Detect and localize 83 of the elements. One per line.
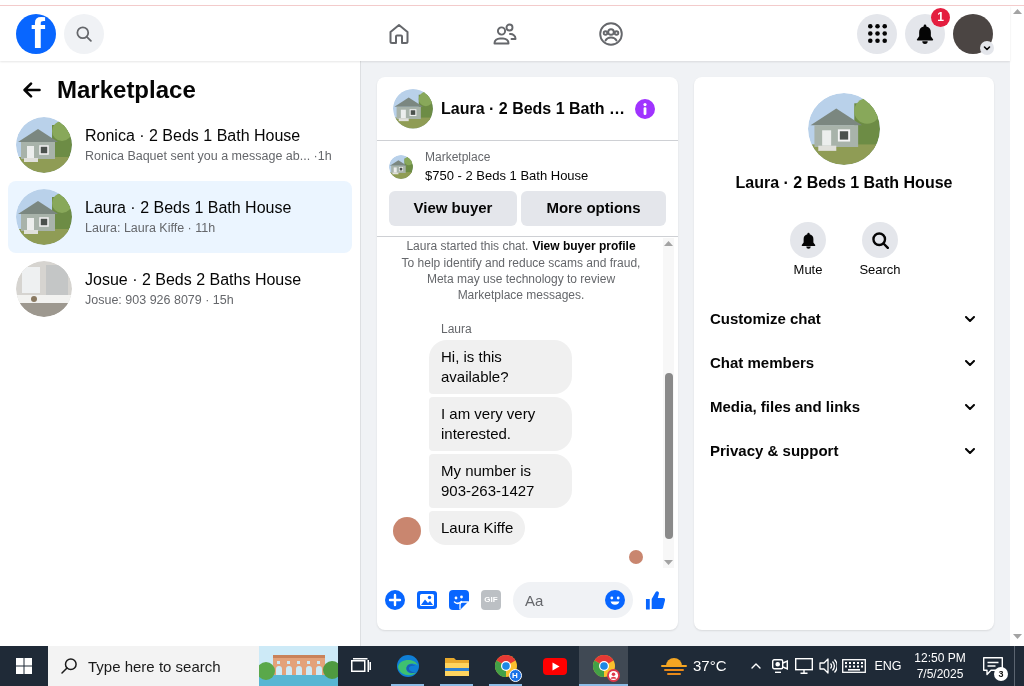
accordion-row[interactable]: Media, files and links (702, 385, 986, 429)
message-field[interactable]: Aa (513, 582, 633, 618)
accordion-row[interactable]: Customize chat (702, 297, 986, 341)
avatar (393, 517, 421, 545)
search-icon (871, 231, 889, 249)
segmented-circle-icon (493, 654, 518, 678)
taskbar-app[interactable] (579, 646, 628, 686)
search-input[interactable]: Type here to search (88, 654, 238, 678)
message-bubble: Laura Kiffe (429, 511, 526, 545)
view-buyer-profile-link[interactable]: View buyer profile (532, 238, 636, 254)
smiley-icon[interactable] (605, 590, 625, 610)
people-circle-icon[interactable] (599, 21, 623, 46)
weather-temperature[interactable]: 37°C (693, 656, 727, 676)
grid-icon (867, 24, 887, 43)
message-bubble: I am very very interested. (429, 397, 572, 451)
hazy-sun-icon[interactable] (661, 656, 687, 676)
listing-source: Marketplace (425, 149, 492, 165)
conversation-preview: Laura: Laura Kiffe · 11h (85, 219, 217, 237)
folder-icon (444, 656, 469, 676)
sender-name: Laura (441, 321, 472, 337)
details-title: Laura · 2 Beds 1 Bath House (735, 173, 953, 193)
four-panes-icon[interactable] (16, 658, 32, 674)
speaker-icon[interactable] (819, 658, 837, 674)
page-title: Marketplace (57, 75, 196, 105)
back-arrow-icon[interactable] (23, 82, 41, 98)
taskbar-app[interactable]: H (481, 646, 530, 686)
clock-date[interactable]: 7/5/2025 (916, 666, 964, 682)
house-photo (393, 88, 433, 129)
search-button[interactable] (862, 222, 898, 258)
chat-title: Laura · 2 Beds 1 Bath … (441, 98, 626, 119)
info-icon[interactable] (635, 98, 655, 119)
chevron-up-icon[interactable] (751, 663, 761, 669)
chat-start-note: Laura started this chat. (406, 238, 529, 254)
speech-bubble-icon[interactable] (983, 656, 1003, 676)
conversation-item[interactable]: Laura · 2 Beds 1 Bath House Laura: Laura Kiffe · 11h (8, 181, 352, 253)
search-icon (76, 25, 92, 42)
message-bubble: Hi, is this available? (429, 340, 572, 394)
conversation-title: Laura · 2 Beds 1 Bath House (85, 197, 292, 218)
listing-summary: $750 - 2 Beds 1 Bath House (425, 167, 589, 185)
action-button[interactable]: View buyer (389, 191, 517, 226)
swirl-logo-icon (395, 654, 420, 678)
clock-time[interactable]: 12:50 PM (914, 650, 966, 666)
bell-icon (800, 231, 816, 249)
mute-button[interactable] (790, 222, 826, 258)
notifications-button[interactable] (905, 13, 945, 54)
house-photo (16, 117, 72, 173)
photo-icon[interactable] (417, 590, 437, 610)
menu-button[interactable] (857, 13, 897, 54)
scrollbar-thumb[interactable] (664, 373, 673, 539)
home-icon[interactable] (387, 21, 411, 46)
people-icon[interactable] (493, 22, 517, 45)
sticker-icon[interactable] (449, 590, 469, 610)
bell-icon (916, 23, 934, 44)
keyboard-icon[interactable] (842, 659, 866, 673)
language-indicator[interactable]: ENG (874, 656, 902, 676)
conversation-title: Ronica · 2 Beds 1 Bath House (85, 125, 302, 146)
scrollbar[interactable] (663, 238, 674, 568)
avatar (953, 13, 993, 54)
search-field[interactable]: Type here to search (48, 646, 338, 686)
house-photo (389, 155, 413, 179)
conversation-title: Josue · 2 Beds 2 Baths House (85, 269, 302, 290)
thumbs-up-icon[interactable] (645, 589, 666, 611)
conversation-preview: Josue: 903 926 8079 · 15h (85, 291, 235, 309)
notification-count: 3 (994, 666, 1008, 681)
house-photo (16, 189, 72, 245)
plus-circle-icon[interactable] (385, 590, 405, 610)
play-icon (542, 657, 567, 675)
avatar (629, 550, 643, 564)
action-label: Search (859, 262, 901, 278)
task-view-icon[interactable] (350, 658, 371, 674)
search-icon (61, 658, 77, 674)
conversation-preview: Ronica Baquet sent you a message ab... ·1h (85, 147, 332, 165)
notification-badge: 1 (931, 7, 950, 27)
chevron-down-icon[interactable] (980, 40, 994, 55)
accordion-row[interactable]: Privacy & support (702, 429, 986, 473)
action-button[interactable]: More options (521, 191, 666, 226)
action-label: Mute (793, 262, 823, 278)
camera-icon[interactable] (772, 659, 788, 673)
safety-notice: To help identify and reduce scams and fraud, Meta may use technology to review Marketplace messages. (400, 255, 642, 303)
message-bubble: My number is 903-263-1427 (429, 454, 572, 508)
monitor-icon[interactable] (795, 658, 813, 674)
accordion-row[interactable]: Chat members (702, 341, 986, 385)
logo[interactable]: f (16, 13, 56, 54)
